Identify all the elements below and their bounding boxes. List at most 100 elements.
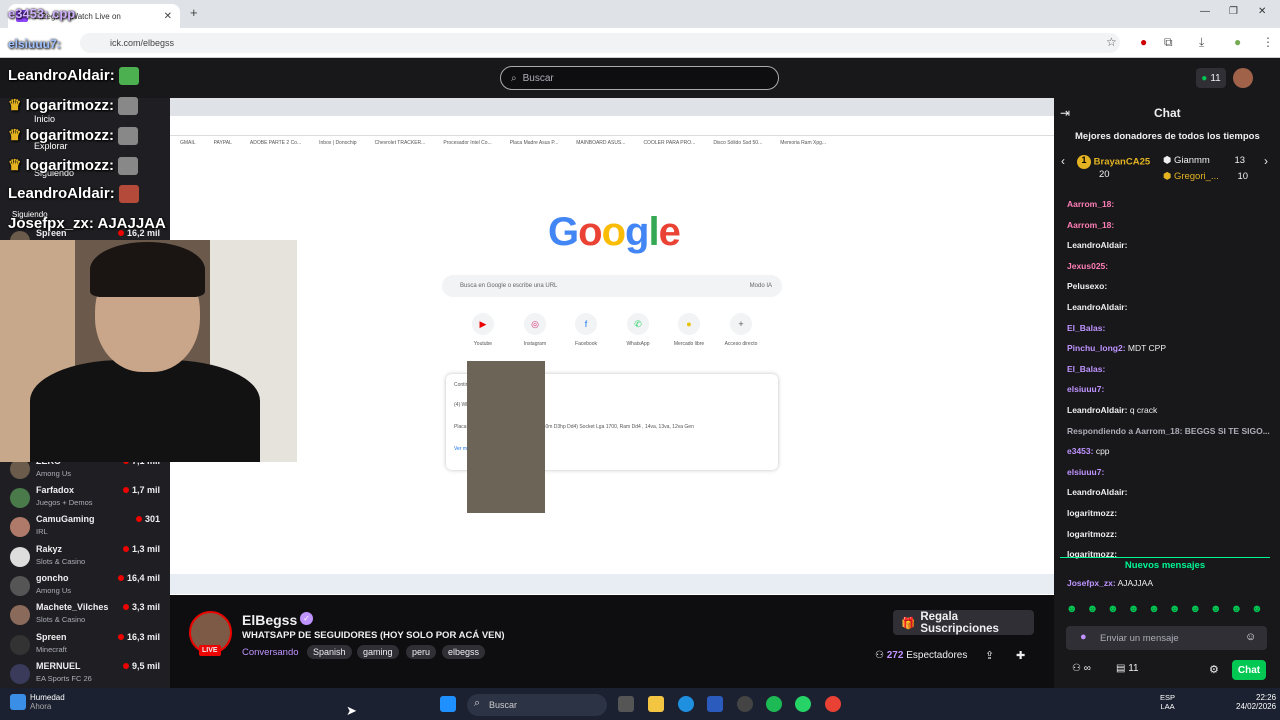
new-tab-icon[interactable]: + xyxy=(190,5,198,20)
top-donors-title: Mejores donadores de todos los tiempos xyxy=(1075,131,1260,142)
channel-points[interactable]: ▤ 11 xyxy=(1116,663,1139,674)
notifications-button[interactable]: ● 11 xyxy=(1196,68,1226,88)
bookmark: Procesador Intel Co... xyxy=(443,140,492,146)
chat-message: Aarrom_18: xyxy=(1067,199,1115,209)
store-icon[interactable] xyxy=(707,696,723,712)
close-window-icon[interactable]: ✕ xyxy=(1258,6,1266,17)
chat-message: logaritmozz: xyxy=(1067,508,1118,518)
gift-icon: 🎁 xyxy=(901,617,916,630)
chat-message: Pelusexo: xyxy=(1067,281,1108,292)
chat-message: Aarrom_18: xyxy=(1067,219,1115,230)
url-field[interactable]: ick.com/elbegss xyxy=(80,33,1120,53)
overlay-chat-line: ♛ logaritmozz: xyxy=(8,126,139,146)
video-player[interactable]: GMAIL PAYPAL ADOBE PARTE 2 Co... Inbox |… xyxy=(170,98,1054,595)
extensions-puzzle-icon[interactable]: ⧉ xyxy=(1164,35,1173,50)
mouse-cursor-icon: ➤ xyxy=(346,703,357,718)
user-avatar[interactable] xyxy=(1233,68,1253,88)
whatsapp-icon[interactable] xyxy=(795,696,811,712)
channel-game: Among Us xyxy=(36,586,72,595)
chat-users-icon[interactable]: ⚇ ∞ xyxy=(1072,663,1091,674)
task-view-icon[interactable] xyxy=(618,696,634,712)
language-indicator[interactable]: ESP LAA xyxy=(1160,693,1175,711)
app-icon[interactable] xyxy=(737,696,753,712)
chat-title: Chat xyxy=(1154,106,1181,120)
chat-settings-icon[interactable]: ⚙ xyxy=(1209,663,1219,676)
bookmark: Disco Sólido Ssd 50... xyxy=(713,140,763,146)
bookmark: COOLER PARA PRO... xyxy=(643,140,696,146)
crown-icon: ♛ xyxy=(8,157,22,174)
streamer-name[interactable]: ElBegss xyxy=(242,612,297,628)
sidebar-channel[interactable]: Machete_Vilches Slots & Casino 3,3 mil xyxy=(10,602,160,630)
channel-viewers: 301 xyxy=(136,514,160,524)
bookmark: PAYPAL xyxy=(213,140,232,146)
bookmark: Placa Madre Asus P... xyxy=(509,140,559,146)
sidebar-channel[interactable]: MERNUEL EA Sports FC 26 9,5 mil xyxy=(10,661,160,689)
sidebar-channel[interactable]: Spreen Minecraft 16,3 mil xyxy=(10,632,160,660)
taskbar-search[interactable]: Buscar xyxy=(467,694,607,716)
tag-pill[interactable]: peru xyxy=(406,645,437,659)
chat-message: elsiuuu7: xyxy=(1067,384,1105,395)
stream-browser-tabs xyxy=(170,98,1054,116)
download-icon[interactable]: ⤓ xyxy=(1199,35,1204,50)
sidebar-channel[interactable]: CamuGaming IRL 301 xyxy=(10,514,160,542)
chat-input[interactable]: Enviar un mensaje xyxy=(1066,626,1267,650)
channel-avatar xyxy=(10,576,30,596)
collapse-chat-icon[interactable]: ⇥ xyxy=(1060,106,1070,120)
emoji-icon[interactable]: ☺ xyxy=(1245,631,1256,643)
top-donor: ⬢ Gregori_... 10 xyxy=(1163,171,1249,182)
channel-viewers: 16,3 mil xyxy=(118,632,160,642)
nav-inicio[interactable]: Inicio xyxy=(34,114,55,124)
search-icon: ⌕ xyxy=(511,72,517,84)
edge-icon[interactable] xyxy=(678,696,694,712)
bookmark-star-icon[interactable]: ☆ xyxy=(1106,35,1117,49)
weather-widget[interactable]: Humedad Ahora xyxy=(10,693,65,711)
sidebar-channel[interactable]: goncho Among Us 16,4 mil xyxy=(10,573,160,601)
profile-icon[interactable]: ● xyxy=(1234,35,1241,49)
tag-pill[interactable]: elbegss xyxy=(442,645,486,659)
file-explorer-icon[interactable] xyxy=(648,696,664,712)
minimize-icon[interactable]: — xyxy=(1200,6,1210,17)
emote-icon xyxy=(118,67,139,86)
close-tab-icon[interactable]: ✕ xyxy=(164,11,172,22)
google-search-placeholder: Busca en Google o escribe una URL xyxy=(460,283,558,289)
donors-next-icon[interactable]: › xyxy=(1264,154,1268,168)
channel-name: MERNUEL xyxy=(36,661,81,671)
viewers-number: 272 xyxy=(886,650,904,661)
stream-bookmarks-bar: GMAIL PAYPAL ADOBE PARTE 2 Co... Inbox |… xyxy=(170,136,1054,150)
follow-icon[interactable]: ✚ xyxy=(1016,649,1025,662)
sidebar-channel[interactable]: Rakyz Slots & Casino 1,3 mil xyxy=(10,544,160,572)
chat-message: Jexus025: xyxy=(1067,260,1109,271)
tag-pill[interactable]: Spanish xyxy=(307,645,352,659)
sidebar-channel[interactable]: Farfadox Juegos + Demos 1,7 mil xyxy=(10,485,160,513)
browser-menu-icon[interactable]: ⋮ xyxy=(1262,35,1274,49)
channel-game: Slots & Casino xyxy=(36,615,86,624)
windows-start-icon[interactable] xyxy=(440,696,456,712)
emote-bar[interactable]: ☻☻☻☻☻☻☻☻☻☻ xyxy=(1066,603,1272,615)
chat-message: LeandroAldair: xyxy=(1067,240,1128,251)
channel-name: goncho xyxy=(36,573,69,583)
chat-message: LeandroAldair: q crack xyxy=(1067,405,1158,415)
maximize-icon[interactable]: ❐ xyxy=(1229,6,1238,17)
live-badge: LIVE xyxy=(199,645,221,656)
channel-viewers: 1,3 mil xyxy=(123,544,160,554)
google-logo: Google xyxy=(548,210,681,254)
bookmark: MAINBOARD ASUS... xyxy=(576,140,626,146)
google-search-box: Busca en Google o escribe una URL Modo I… xyxy=(442,275,782,297)
stream-category[interactable]: Conversando xyxy=(242,647,299,658)
send-chat-button[interactable]: Chat xyxy=(1232,660,1266,680)
chat-message: Josefpx_zx: AJAJJAA xyxy=(1067,578,1153,588)
chrome-icon[interactable] xyxy=(825,696,841,712)
mic-icon[interactable]: ● xyxy=(1080,631,1087,643)
spotify-icon[interactable] xyxy=(766,696,782,712)
system-clock[interactable]: 22:26 24/02/2026 xyxy=(1236,693,1276,711)
share-icon[interactable]: ⇪ xyxy=(985,649,994,662)
donors-prev-icon[interactable]: ‹ xyxy=(1061,154,1065,168)
new-messages-divider[interactable]: Nuevos mensajes xyxy=(1060,557,1270,571)
tag-pill[interactable]: gaming xyxy=(357,645,399,659)
overlay-chat-line: ♛ logaritmozz: xyxy=(8,96,139,116)
extension-icon[interactable]: ● xyxy=(1140,35,1147,49)
gift-subs-button[interactable]: 🎁 Regala Suscripciones xyxy=(893,610,1034,635)
viewers-icon: ⚇ xyxy=(875,650,884,661)
search-input[interactable]: ⌕ Buscar xyxy=(500,66,779,90)
channel-name: Machete_Vilches xyxy=(36,602,109,612)
